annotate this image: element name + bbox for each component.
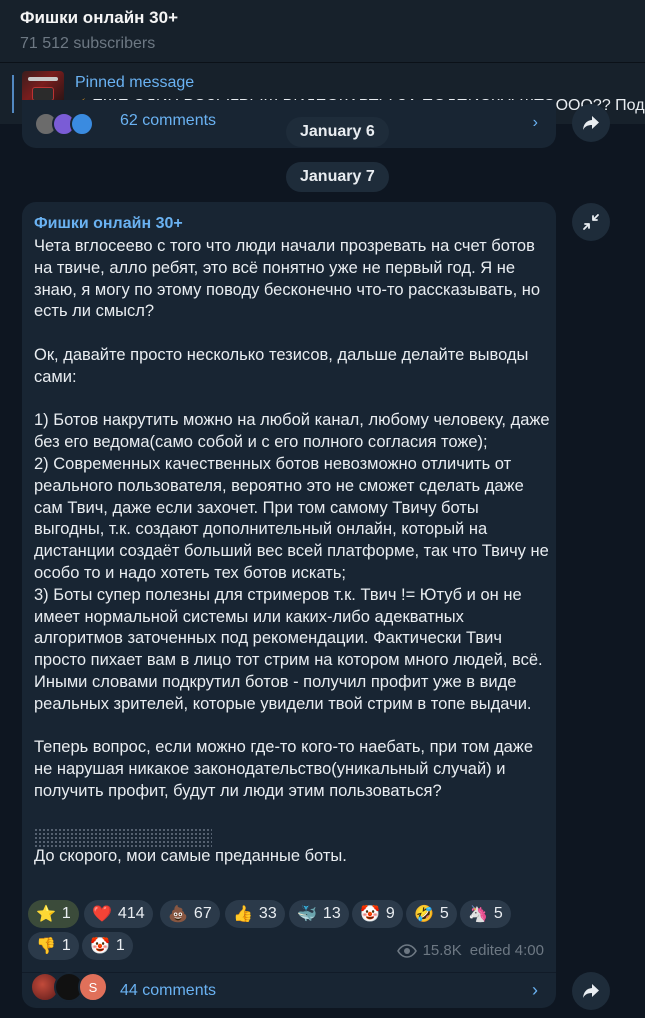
reaction-count: 9 <box>385 905 395 922</box>
chevron-right-icon: › <box>532 114 538 131</box>
poop-reaction[interactable]: 💩 67 <box>160 900 220 928</box>
thumbs-down-reaction[interactable]: 👎 1 <box>28 932 79 960</box>
comments-row[interactable]: S 44 comments › <box>22 972 556 1008</box>
reaction-count: 33 <box>258 905 277 922</box>
heart-reaction[interactable]: ❤️ 414 <box>84 900 153 928</box>
share-icon <box>583 116 599 130</box>
date-separator: January 7 <box>286 162 389 192</box>
clown-reaction[interactable]: 🤡 9 <box>352 900 403 928</box>
spoiler-text[interactable] <box>34 828 212 848</box>
collapse-icon <box>583 214 599 230</box>
thumbs-down-icon: 👎 <box>36 938 56 955</box>
reaction-count: 5 <box>493 905 503 922</box>
reaction-count: 5 <box>439 905 449 922</box>
clown-reaction-2[interactable]: 🤡 1 <box>82 932 133 960</box>
reaction-count: 1 <box>61 905 71 922</box>
collapse-button[interactable] <box>572 203 610 241</box>
star-reaction[interactable]: ⭐ 1 <box>28 900 79 928</box>
avatar <box>70 112 94 136</box>
star-icon: ⭐ <box>36 906 56 923</box>
share-button[interactable] <box>572 972 610 1010</box>
thumbs-up-icon: 👍 <box>233 906 253 923</box>
avatar: S <box>78 972 108 1002</box>
channel-post[interactable]: Фишки онлайн 30+ Чета вглосеево с того ч… <box>22 202 556 1008</box>
prev-comments-link[interactable]: 62 comments <box>120 112 216 130</box>
date-label: January 7 <box>300 168 375 185</box>
unicorn-reaction[interactable]: 🦄 5 <box>460 900 511 928</box>
rofl-reaction[interactable]: 🤣 5 <box>406 900 457 928</box>
reaction-count: 414 <box>117 905 145 922</box>
post-text: Чета вглосеево с того что люди начали пр… <box>34 237 550 866</box>
avatar-letter: S <box>88 979 98 995</box>
divider <box>22 972 556 973</box>
unicorn-icon: 🦄 <box>468 906 488 923</box>
channel-header[interactable]: Фишки онлайн 30+ 71 512 subscribers <box>0 0 645 62</box>
date-separator: January 6 <box>286 117 389 147</box>
reaction-count: 67 <box>193 905 212 922</box>
whale-reaction[interactable]: 🐳 13 <box>289 900 349 928</box>
heart-icon: ❤️ <box>92 906 112 923</box>
share-button[interactable] <box>572 104 610 142</box>
subscriber-count: 71 512 subscribers <box>20 35 156 52</box>
clown-icon: 🤡 <box>90 938 110 955</box>
channel-title: Фишки онлайн 30+ <box>20 8 178 27</box>
share-icon <box>583 984 599 998</box>
thumbs-up-reaction[interactable]: 👍 33 <box>225 900 285 928</box>
whale-icon: 🐳 <box>297 906 317 923</box>
post-sender[interactable]: Фишки онлайн 30+ <box>34 214 183 234</box>
post-meta: 15.8K edited 4:00 <box>396 942 544 959</box>
pinned-label: Pinned message <box>75 74 195 91</box>
clown-icon: 🤡 <box>360 906 380 923</box>
reaction-count: 13 <box>322 905 341 922</box>
date-label: January 6 <box>300 123 375 140</box>
view-count: 15.8K <box>422 942 462 959</box>
edited-time: edited 4:00 <box>469 942 544 959</box>
pinned-indicator <box>12 75 14 113</box>
comments-link[interactable]: 44 comments <box>120 982 216 1000</box>
poop-icon: 💩 <box>168 906 188 923</box>
chevron-right-icon: › <box>532 980 538 1000</box>
rofl-icon: 🤣 <box>414 906 434 923</box>
reaction-count: 1 <box>61 937 71 954</box>
eye-icon <box>396 943 417 958</box>
reaction-count: 1 <box>115 937 125 954</box>
